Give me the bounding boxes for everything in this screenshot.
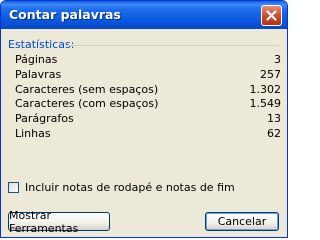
group-divider [66, 45, 279, 46]
include-notes-option[interactable]: Incluir notas de rodapé e notas de fim [8, 181, 235, 194]
stat-label: Palavras [15, 67, 62, 81]
stat-value: 62 [267, 126, 281, 140]
stat-value: 13 [267, 112, 281, 126]
stat-value: 3 [274, 53, 281, 66]
stat-row-chars-no-spaces: Caracteres (sem espaços) 1.302 [15, 83, 281, 98]
stat-value: 1.549 [249, 97, 282, 111]
dialog-title: Contar palavras [9, 7, 121, 22]
close-icon [266, 10, 277, 21]
stat-label: Páginas [15, 53, 58, 66]
stat-row-paragraphs: Parágrafos 13 [15, 112, 281, 127]
stat-row-lines: Linhas 62 [15, 127, 281, 142]
show-tools-button[interactable]: Mostrar Ferramentas [8, 209, 110, 235]
stat-row-chars-with-spaces: Caracteres (com espaços) 1.549 [15, 97, 281, 112]
word-count-dialog: Contar palavras Estatísticas: Páginas 3 … [0, 0, 288, 238]
title-bar[interactable]: Contar palavras [1, 1, 287, 29]
include-notes-checkbox[interactable] [8, 182, 19, 193]
stat-value: 257 [260, 67, 281, 81]
statistics-group-label: Estatísticas: [8, 38, 75, 51]
dialog-body: Estatísticas: Páginas 3 Palavras 257 Car… [1, 29, 287, 237]
close-button[interactable] [261, 5, 282, 26]
stat-value: 1.302 [249, 82, 282, 96]
stat-row-words: Palavras 257 [15, 68, 281, 83]
cancel-button[interactable]: Cancelar [205, 212, 279, 231]
stat-label: Parágrafos [15, 112, 74, 126]
stat-label: Linhas [15, 126, 51, 140]
include-notes-label[interactable]: Incluir notas de rodapé e notas de fim [25, 181, 235, 194]
stat-label: Caracteres (com espaços) [15, 97, 159, 111]
stat-row-pages: Páginas 3 [15, 53, 281, 68]
stat-label: Caracteres (sem espaços) [15, 82, 159, 96]
statistics-list: Páginas 3 Palavras 257 Caracteres (sem e… [15, 53, 281, 142]
